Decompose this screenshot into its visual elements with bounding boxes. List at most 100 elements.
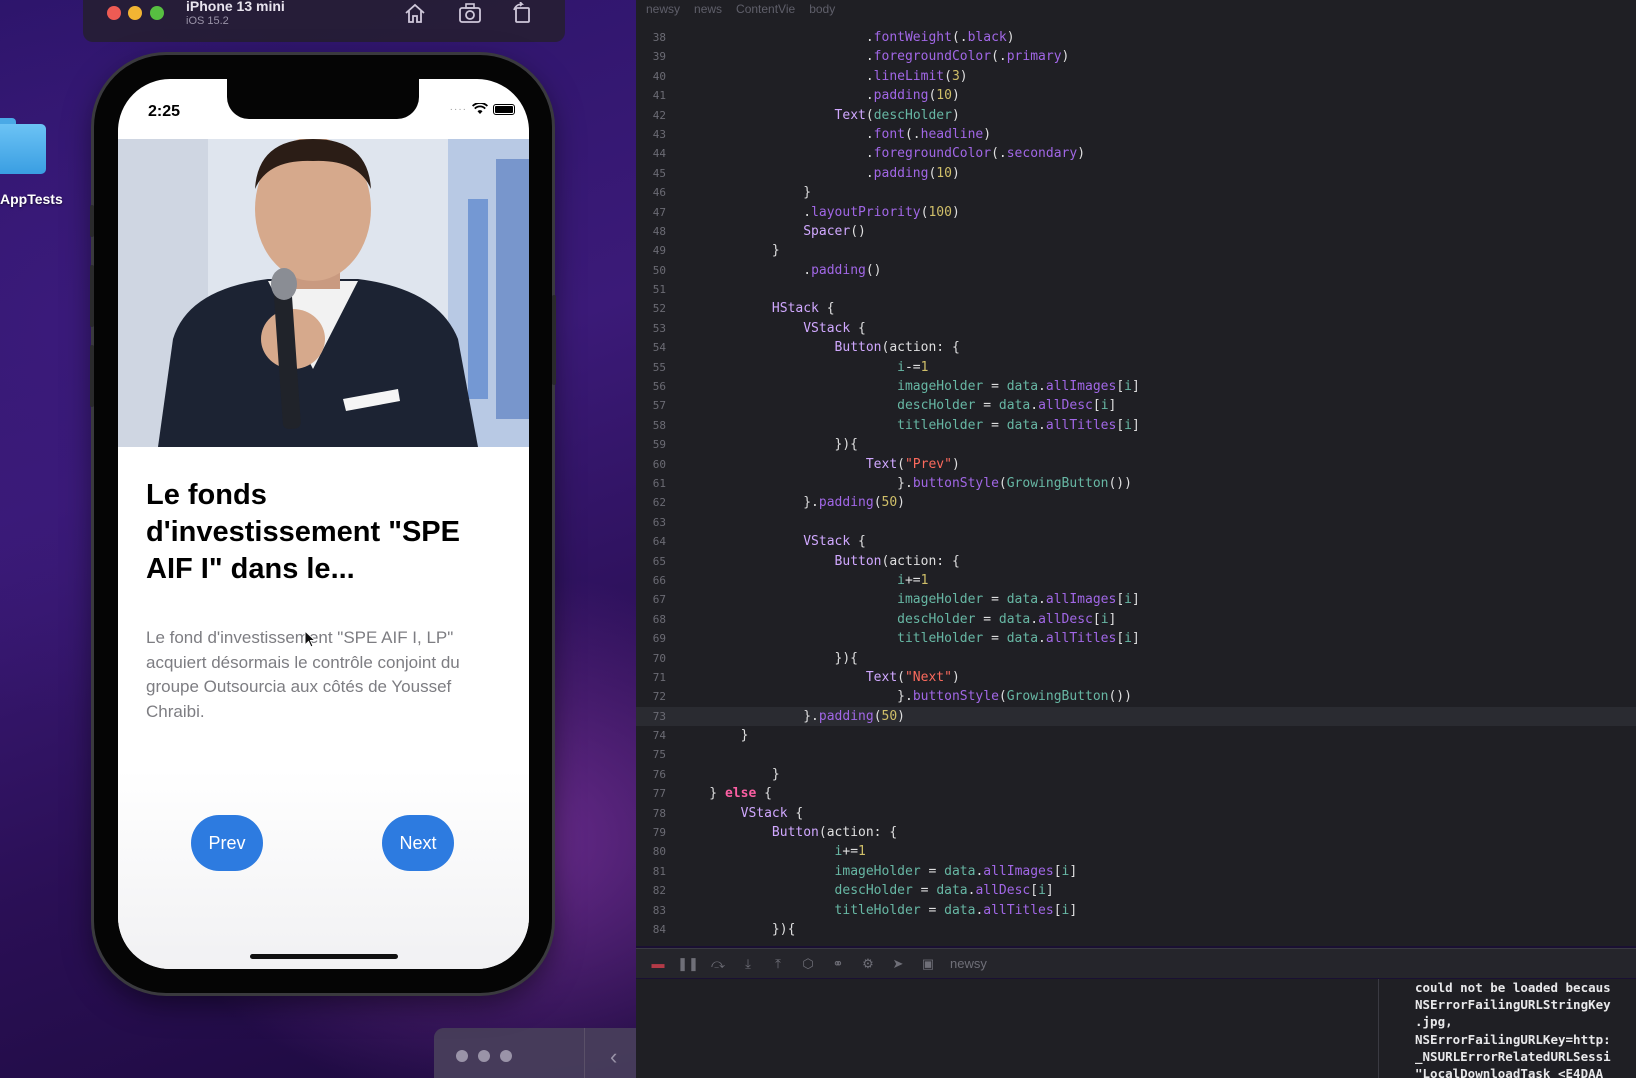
line-text: .layoutPriority(100) [678,204,960,220]
line-text: }){ [678,437,859,453]
breadcrumb-project[interactable]: newsy [646,2,680,16]
prev-button[interactable]: Prev [191,815,263,871]
code-line[interactable]: 72 }.buttonStyle(GrowingButton()) [636,687,1636,706]
memory-graph-icon[interactable]: ⚭ [830,956,846,972]
line-text: titleHolder = data.allTitles[i] [834,902,1078,918]
dock-dot [456,1050,468,1062]
breakpoints-icon[interactable]: ▬ [650,956,666,972]
code-line[interactable]: 60 Text("Prev") [636,455,1636,474]
console-line: "LocalDownloadTask <E4DAA [1415,1066,1604,1078]
code-editor[interactable]: newsy news ContentVie body 38 .fontWeigh… [636,0,1636,946]
code-line[interactable]: 39 .foregroundColor(.primary) [636,47,1636,66]
code-line[interactable]: 50 .padding() [636,261,1636,280]
close-window-button[interactable] [107,6,121,20]
code-line[interactable]: 56 imageHolder = data.allImages[i] [636,377,1636,396]
code-line[interactable]: 83 titleHolder = data.allTitles[i] [636,901,1636,920]
breadcrumb-symbol[interactable]: body [809,2,835,16]
line-number: 62 [652,496,666,510]
breadcrumb-file[interactable]: ContentVie [736,2,795,16]
code-line[interactable]: 78 VStack { [636,804,1636,823]
step-over-icon[interactable]: ⤼ [710,956,726,972]
code-line[interactable]: 54 Button(action: { [636,338,1636,357]
code-line[interactable]: 40 .lineLimit(3) [636,67,1636,86]
line-number: 55 [652,360,666,374]
code-line[interactable]: 84 }){ [636,920,1636,939]
code-line[interactable]: 44 .foregroundColor(.secondary) [636,144,1636,163]
code-line[interactable]: 71 Text("Next") [636,668,1636,687]
line-text: }.padding(50) [678,495,905,511]
code-line[interactable]: 53 VStack { [636,319,1636,338]
code-line[interactable]: 64 VStack { [636,532,1636,551]
code-line[interactable]: 51 [636,280,1636,299]
simulator-toolbar: iPhone 13 mini iOS 15.2 [83,0,565,42]
pause-icon[interactable]: ❚❚ [677,956,699,972]
debug-bar: ▬ ❚❚ ⤼ ⤓ ⤒ ⬡ ⚭ ⚙ ➤ ▣ newsy [636,948,1636,978]
code-line[interactable]: 58 titleHolder = data.allTitles[i] [636,416,1636,435]
environment-overrides-icon[interactable]: ⚙ [860,956,876,972]
code-line[interactable]: 67 imageHolder = data.allImages[i] [636,590,1636,609]
code-line[interactable]: 45 .padding(10) [636,164,1636,183]
code-line[interactable]: 82 descHolder = data.allDesc[i] [636,881,1636,900]
breadcrumb-folder[interactable]: news [694,2,722,16]
code-line[interactable]: 55 i-=1 [636,358,1636,377]
code-line[interactable]: 63 [636,513,1636,532]
code-line[interactable]: 70 }){ [636,649,1636,668]
code-line[interactable]: 47 .layoutPriority(100) [636,203,1636,222]
code-line[interactable]: 73 }.padding(50) [636,706,1636,727]
code-line[interactable]: 61 }.buttonStyle(GrowingButton()) [636,474,1636,493]
step-into-icon[interactable]: ⤓ [740,956,756,972]
code-line[interactable]: 52 HStack { [636,299,1636,318]
line-text: descHolder = data.allDesc[i] [834,883,1054,899]
line-text: imageHolder = data.allImages[i] [834,863,1078,879]
folder-icon[interactable] [0,118,46,174]
home-icon[interactable] [403,2,429,24]
code-area[interactable]: 38 .fontWeight(.black) 39 .foregroundColo… [636,28,1636,939]
screenshot-icon[interactable] [458,2,484,24]
code-line[interactable]: 66 i+=1 [636,571,1636,590]
code-line[interactable]: 74 } [636,726,1636,745]
line-text: .foregroundColor(.secondary) [678,146,1086,162]
line-text: .padding(10) [678,165,960,181]
code-line[interactable]: 79 Button(action: { [636,823,1636,842]
next-button[interactable]: Next [382,815,454,871]
console-line: could not be loaded becaus [1415,980,1611,995]
home-indicator[interactable] [250,954,398,959]
code-line[interactable]: 75 [636,745,1636,764]
code-line[interactable]: 46 } [636,183,1636,202]
line-number: 38 [652,31,666,44]
minimize-window-button[interactable] [128,6,142,20]
code-line[interactable]: 80 i+=1 [636,842,1636,861]
desktop-folder-label[interactable]: AppTests [0,191,63,207]
code-line[interactable]: 57 descHolder = data.allDesc[i] [636,396,1636,415]
code-line[interactable]: 48 Spacer() [636,222,1636,241]
chevron-left-icon[interactable]: ‹ [610,1044,617,1070]
code-line[interactable]: 69 titleHolder = data.allTitles[i] [636,629,1636,648]
rotate-icon[interactable] [510,1,536,24]
line-number: 50 [652,263,666,277]
code-line[interactable]: 42 Text(descHolder) [636,106,1636,125]
code-line[interactable]: 68 descHolder = data.allDesc[i] [636,610,1636,629]
code-line[interactable]: 62 }.padding(50) [636,493,1636,512]
line-text: VStack { [740,805,804,821]
code-line[interactable]: 77 } else { [636,784,1636,803]
line-number: 45 [652,166,666,180]
code-line[interactable]: 38 .fontWeight(.black) [636,28,1636,47]
code-line[interactable]: 65 Button(action: { [636,552,1636,571]
step-out-icon[interactable]: ⤒ [770,956,786,972]
code-line[interactable]: 49 } [636,241,1636,260]
code-line[interactable]: 43 .font(.headline) [636,125,1636,144]
code-line[interactable]: 59 }){ [636,435,1636,454]
line-text: .padding(10) [678,88,960,104]
line-number: 57 [652,399,666,413]
location-icon[interactable]: ➤ [890,956,906,972]
code-line[interactable]: 76 } [636,765,1636,784]
code-line[interactable]: 81 imageHolder = data.allImages[i] [636,862,1636,881]
debug-view-hierarchy-icon[interactable]: ⬡ [800,956,816,972]
article-image [118,139,529,447]
line-number: 84 [652,922,666,936]
line-text: } [678,185,812,201]
zoom-window-button[interactable] [150,6,164,20]
line-text: Text("Next") [865,669,960,685]
code-line[interactable]: 41 .padding(10) [636,86,1636,105]
line-text: } [678,766,780,782]
